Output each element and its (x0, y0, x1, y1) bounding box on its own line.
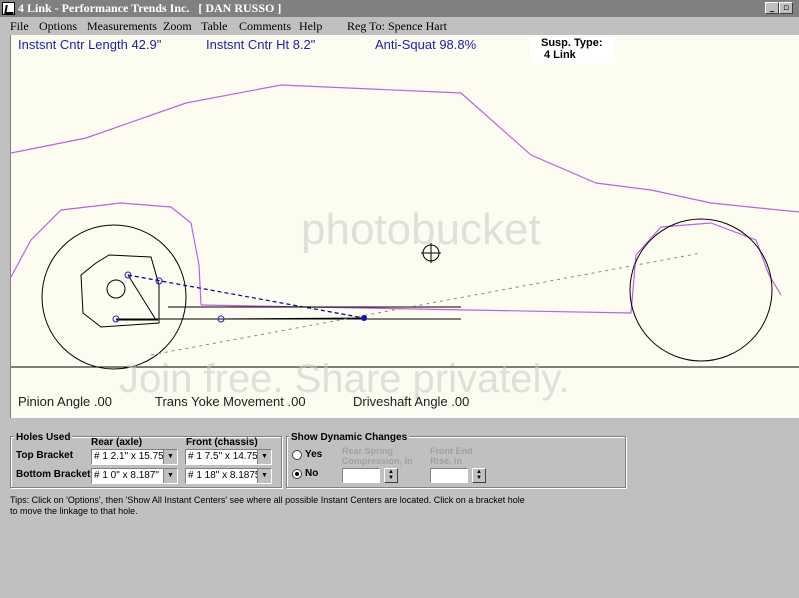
menu-bar: File Options Measurements Zoom Table Com… (0, 17, 799, 35)
window-title: 4 Link - Performance Trends Inc. [ DAN R… (18, 1, 282, 15)
minimize-icon[interactable]: _ (765, 2, 779, 14)
tips-text: Tips: Click on 'Options', then 'Show All… (10, 495, 525, 516)
rear-spring-label-line1: Rear Spring (342, 446, 394, 456)
driveshaft-angle: Driveshaft Angle .00 (353, 394, 470, 409)
menu-table[interactable]: Table (201, 17, 227, 35)
chevron-down-icon[interactable]: ▼ (163, 469, 177, 483)
front-end-label-line2: Rise, in (430, 456, 463, 466)
menu-measurements[interactable]: Measurements (87, 17, 157, 35)
title-bar: 4 Link - Performance Trends Inc. [ DAN R… (0, 0, 799, 17)
bottom-front-hole-value: # 1 18" x 8.1875 (188, 470, 261, 481)
restore-icon[interactable]: ▫ (779, 2, 793, 14)
front-wheel (629, 218, 773, 362)
app-icon[interactable] (2, 2, 15, 15)
dynamic-yes-label[interactable]: Yes (305, 449, 322, 460)
rear-spring-label-line2: Compression, in (342, 456, 413, 466)
car-body-outline (11, 84, 799, 213)
rear-spring-spinner[interactable]: ▲ ▼ (384, 468, 398, 483)
registration-label: Reg To: Spence Hart (347, 19, 447, 33)
menu-file[interactable]: File (10, 17, 29, 35)
bottom-bracket-label: Bottom Bracket (16, 469, 91, 480)
axle-center (106, 279, 126, 299)
chevron-down-icon[interactable]: ▼ (163, 450, 177, 464)
axle-housing (80, 254, 160, 328)
top-front-hole-value: # 1 7.5" x 14.75' (188, 451, 260, 462)
upper-link (127, 274, 365, 319)
trans-yoke-movement: Trans Yoke Movement .00 (155, 394, 306, 409)
top-front-hole-select[interactable]: # 1 7.5" x 14.75' ▼ (185, 449, 272, 465)
top-rear-hole-select[interactable]: # 1 2.1" x 15.75' ▼ (91, 449, 178, 465)
top-rear-hole-value: # 1 2.1" x 15.75' (94, 451, 166, 462)
dynamic-no-radio[interactable] (292, 469, 302, 479)
bottom-rear-hole-value: # 1 0" x 8.187" (94, 470, 159, 481)
top-bracket-label: Top Bracket (16, 450, 74, 461)
rear-spring-label: Rear Spring Compression, in (342, 446, 413, 466)
chevron-down-icon[interactable]: ▼ (257, 469, 271, 483)
rocker-line (200, 304, 632, 314)
menu-options[interactable]: Options (39, 17, 77, 35)
chevron-down-icon[interactable]: ▼ (257, 450, 271, 464)
front-chassis-header: Front (chassis) (186, 437, 258, 448)
rear-wheel-well (11, 202, 202, 306)
pinion-angle: Pinion Angle .00 (18, 394, 112, 409)
front-wheel-well (630, 222, 782, 314)
drawing-canvas[interactable]: Instsnt Cntr Length 42.9" Instsnt Cntr H… (10, 35, 799, 418)
menu-comments[interactable]: Comments (239, 17, 291, 35)
bottom-rear-hole-select[interactable]: # 1 0" x 8.187" ▼ (91, 468, 178, 484)
front-end-spinner[interactable]: ▲ ▼ (472, 468, 486, 483)
bottom-front-hole-select[interactable]: # 1 18" x 8.1875 ▼ (185, 468, 272, 484)
front-end-rise-input[interactable] (430, 468, 468, 483)
holes-used-label: Holes Used (14, 432, 73, 443)
watermark-logo: photobucket (301, 205, 541, 254)
menu-zoom[interactable]: Zoom (163, 17, 192, 35)
rear-axle-header: Rear (axle) (91, 437, 143, 448)
front-end-label: Front End Rise, in (430, 446, 473, 466)
rear-wheel (41, 224, 187, 370)
dynamic-yes-radio[interactable] (292, 450, 302, 460)
menu-help[interactable]: Help (299, 17, 322, 35)
dynamic-changes-label: Show Dynamic Changes (289, 432, 410, 443)
rear-spring-compression-input[interactable] (342, 468, 380, 483)
instant-center-point (361, 315, 367, 321)
dynamic-no-label[interactable]: No (305, 468, 318, 479)
front-end-label-line1: Front End (430, 446, 473, 456)
anti-squat-line (150, 252, 702, 356)
